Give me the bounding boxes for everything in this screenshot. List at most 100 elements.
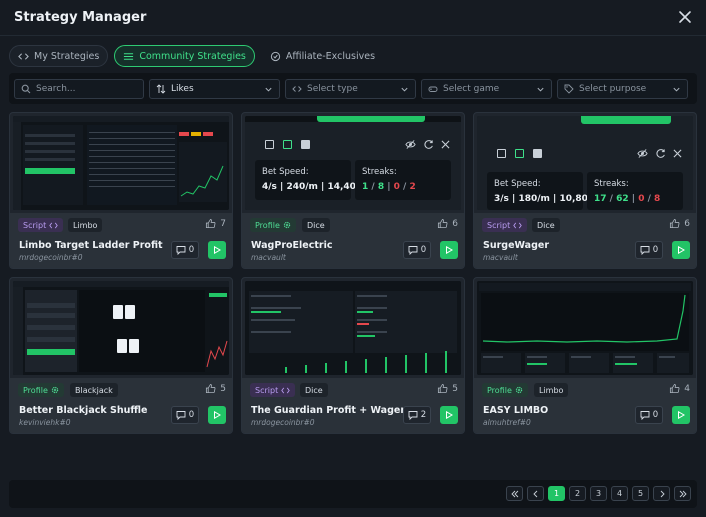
play-icon <box>214 246 221 254</box>
thumbs-up-icon <box>438 218 448 229</box>
strategy-author: mrdogecoinbr#0 <box>19 253 83 262</box>
streaks-box: Streaks: 1 / 8 | 0 / 2 <box>355 160 451 200</box>
bet-speed-box: Bet Speed: 3/s | 180/m | 10,800/ <box>487 172 597 210</box>
tab-affiliate-exclusives[interactable]: Affiliate-Exclusives <box>261 45 384 67</box>
tab-label: Affiliate-Exclusives <box>285 50 376 62</box>
blackjack-table-preview <box>13 281 229 375</box>
last-page-button[interactable] <box>674 486 691 501</box>
strategy-author: macvault <box>251 253 286 262</box>
list-icon <box>124 52 134 60</box>
run-strategy-button[interactable] <box>440 241 458 259</box>
strategy-author: kevinviehk#0 <box>19 418 71 427</box>
page-button-2[interactable]: 2 <box>569 486 586 501</box>
comments-button[interactable]: 0 <box>403 241 431 259</box>
comment-icon <box>640 246 650 255</box>
tag-icon <box>564 84 574 94</box>
like-count[interactable]: 5 <box>437 383 458 394</box>
like-count[interactable]: 6 <box>437 218 458 229</box>
prev-page-button[interactable] <box>527 486 544 501</box>
play-icon <box>214 411 221 419</box>
modal-header: Strategy Manager <box>0 0 706 36</box>
page-button-5[interactable]: 5 <box>632 486 649 501</box>
kind-badge: Script <box>482 218 528 232</box>
comment-icon <box>176 411 186 420</box>
comments-button[interactable]: 0 <box>635 241 663 259</box>
like-count[interactable]: 7 <box>205 218 226 229</box>
strategy-card[interactable]: Profile Blackjack 5 Better Blackjack Shu… <box>9 277 233 434</box>
strategy-card[interactable]: Profile Limbo 4 EASY LIMBO almuhtref#0 0 <box>473 277 697 434</box>
first-page-button[interactable] <box>506 486 523 501</box>
kind-badge: Profile <box>482 383 528 397</box>
gear-icon <box>515 386 523 394</box>
layout-split-icon <box>283 140 292 149</box>
game-badge: Blackjack <box>70 383 118 397</box>
page-button-3[interactable]: 3 <box>590 486 607 501</box>
strategy-author: macvault <box>483 253 518 262</box>
strategy-name: WagProElectric <box>251 240 333 251</box>
gamepad-icon <box>428 86 438 92</box>
dice-stats-preview <box>245 281 461 375</box>
tab-community-strategies[interactable]: Community Strategies <box>114 45 255 67</box>
strategy-card[interactable]: Script Dice 5 The Guardian Profit + Wage… <box>241 277 465 434</box>
card-meta: Profile Dice 6 WagProElectric macvault 0 <box>242 213 464 268</box>
sort-select[interactable]: Likes <box>149 78 280 99</box>
strategy-name: SurgeWager <box>483 240 550 251</box>
kind-badge: Script <box>18 218 64 232</box>
game-badge: Dice <box>300 383 328 397</box>
comment-icon <box>408 246 418 255</box>
layout-split-icon <box>515 149 524 158</box>
filter-bar: Search... Likes Select type Select game … <box>9 73 697 104</box>
purpose-placeholder: Select purpose <box>579 83 647 94</box>
like-count[interactable]: 5 <box>205 383 226 394</box>
run-strategy-button[interactable] <box>208 406 226 424</box>
game-placeholder: Select game <box>443 83 500 94</box>
bet-speed-box: Bet Speed: 4/s | 240/m | 14,400 <box>255 160 362 200</box>
like-count[interactable]: 6 <box>669 218 690 229</box>
card-meta: Profile Blackjack 5 Better Blackjack Shu… <box>10 378 232 433</box>
run-strategy-button[interactable] <box>672 406 690 424</box>
comments-button[interactable]: 0 <box>171 241 199 259</box>
comments-button[interactable]: 0 <box>171 406 199 424</box>
kind-badge: Profile <box>250 218 296 232</box>
chevron-down-icon <box>265 87 272 92</box>
run-strategy-button[interactable] <box>440 406 458 424</box>
layout-full-icon <box>301 140 310 149</box>
limbo-dashboard-preview <box>13 116 229 210</box>
search-icon <box>21 84 31 93</box>
layout-left-icon <box>497 149 506 158</box>
game-badge: Dice <box>532 218 560 232</box>
chevron-right-icon <box>660 490 665 497</box>
search-input[interactable]: Search... <box>14 78 144 99</box>
card-meta: Profile Limbo 4 EASY LIMBO almuhtref#0 0 <box>474 378 696 433</box>
pagination: 1 2 3 4 5 <box>506 486 691 501</box>
comments-button[interactable]: 0 <box>635 406 663 424</box>
strategy-preview-image <box>13 116 229 210</box>
strategy-preview-image: Bet Speed: 3/s | 180/m | 10,800/ Streaks… <box>477 116 693 210</box>
next-page-button[interactable] <box>653 486 670 501</box>
strategy-card[interactable]: Script Limbo 7 Limbo Target Ladder Profi… <box>9 112 233 269</box>
chevron-down-icon <box>673 87 680 92</box>
strategy-card[interactable]: Bet Speed: 4/s | 240/m | 14,400 Streaks:… <box>241 112 465 269</box>
gear-icon <box>283 221 291 229</box>
tab-my-strategies[interactable]: My Strategies <box>9 45 109 67</box>
chevron-down-icon <box>537 87 544 92</box>
strategy-panel-preview: Bet Speed: 3/s | 180/m | 10,800/ Streaks… <box>477 116 693 210</box>
strategy-name: The Guardian Profit + Wager <box>251 405 405 416</box>
comments-button[interactable]: 2 <box>403 406 431 424</box>
streaks-box: Streaks: 17 / 62 | 0 / 8 <box>587 172 683 210</box>
run-strategy-button[interactable] <box>208 241 226 259</box>
comment-icon <box>408 411 418 420</box>
pagination-bar: 1 2 3 4 5 <box>9 480 697 508</box>
run-strategy-button[interactable] <box>672 241 690 259</box>
purpose-select[interactable]: Select purpose <box>557 78 688 99</box>
page-button-1[interactable]: 1 <box>548 486 565 501</box>
game-select[interactable]: Select game <box>421 78 552 99</box>
code-icon <box>281 387 290 393</box>
strategy-name: Better Blackjack Shuffle <box>19 405 148 416</box>
type-select[interactable]: Select type <box>285 78 416 99</box>
like-count[interactable]: 4 <box>669 383 690 394</box>
page-button-4[interactable]: 4 <box>611 486 628 501</box>
code-icon <box>292 85 302 92</box>
strategy-card[interactable]: Bet Speed: 3/s | 180/m | 10,800/ Streaks… <box>473 112 697 269</box>
close-icon[interactable] <box>678 10 692 24</box>
